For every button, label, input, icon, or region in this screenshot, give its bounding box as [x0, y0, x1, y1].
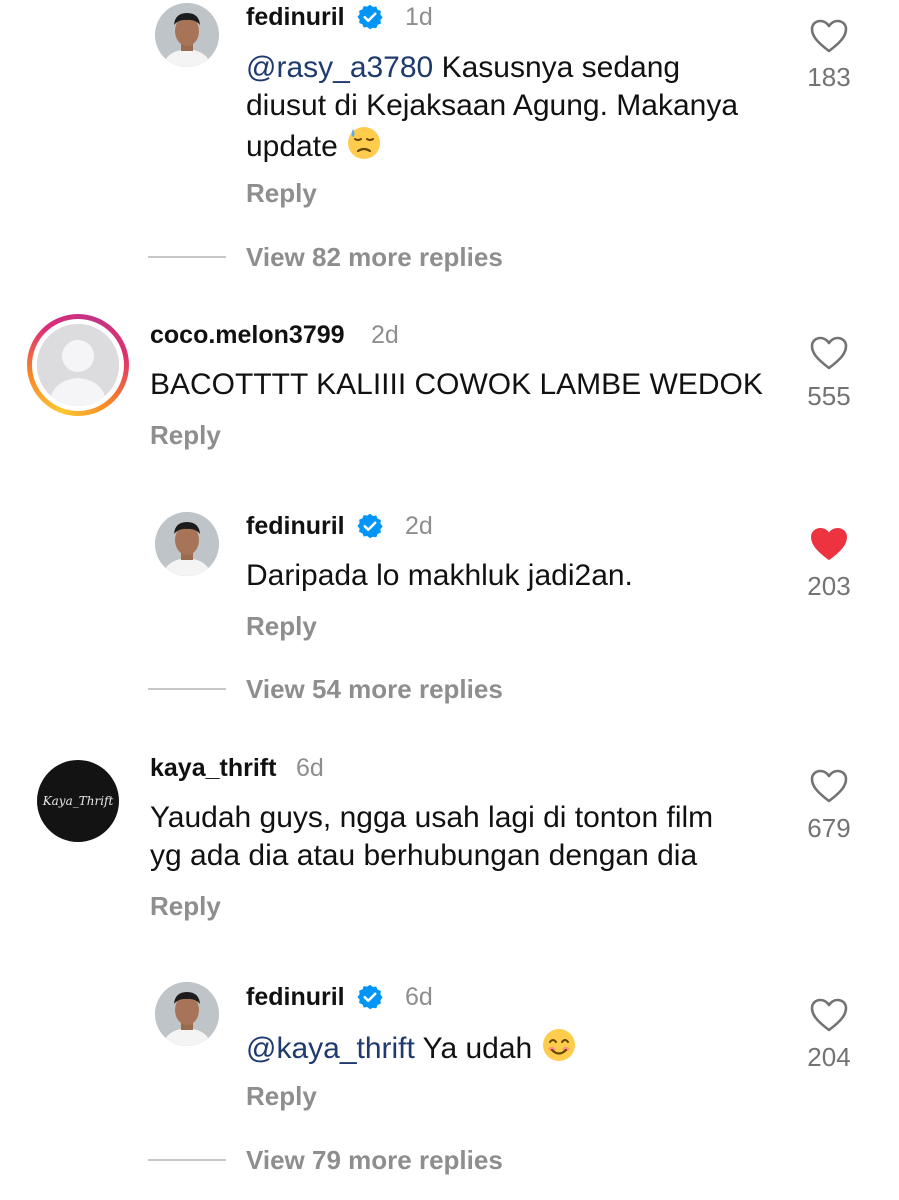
username[interactable]: kaya_thrift: [150, 753, 276, 783]
avatar-logo-text: Kaya_Thrift: [42, 794, 114, 808]
like-count: 203: [807, 571, 851, 601]
reply-button[interactable]: Reply: [246, 178, 317, 208]
like-count: 183: [807, 62, 851, 92]
comment-text: @rasy_a3780 Kasusnya sedang diusut di Ke…: [246, 49, 796, 166]
avatar[interactable]: [155, 512, 219, 576]
smiling-face-emoji: [542, 1029, 575, 1061]
comment-text: BACOTTTT KALIIII COWOK LAMBE WEDOK: [150, 368, 763, 401]
heart-icon[interactable]: [809, 997, 849, 1033]
reply-button[interactable]: Reply: [150, 891, 221, 921]
heart-icon[interactable]: [809, 18, 849, 54]
verified-badge-icon: [357, 984, 383, 1010]
comment-text: Daripada lo makhluk jadi2an.: [246, 559, 633, 592]
username[interactable]: fedinuril: [246, 982, 345, 1012]
comment-line: update: [246, 130, 338, 163]
comment-line: diusut di Kejaksaan Agung. Makanya: [246, 89, 738, 122]
avatar[interactable]: [155, 3, 219, 67]
heart-icon[interactable]: [809, 335, 849, 371]
comment-time: 1d: [405, 3, 433, 31]
mention-link[interactable]: @kaya_thrift: [246, 1032, 415, 1065]
reply-button[interactable]: Reply: [150, 420, 221, 450]
avatar: [37, 324, 119, 406]
like-count: 555: [807, 381, 851, 411]
like-count: 204: [807, 1042, 851, 1072]
reply-button[interactable]: Reply: [246, 611, 317, 641]
comment-time: 2d: [371, 321, 399, 349]
downcast-face-with-sweat-emoji: [348, 127, 381, 159]
story-ring-avatar[interactable]: [27, 314, 129, 416]
verified-badge-icon: [357, 513, 383, 539]
username[interactable]: fedinuril: [246, 511, 345, 541]
username[interactable]: fedinuril: [246, 2, 345, 32]
heart-icon[interactable]: [809, 768, 849, 804]
comment-line: Ya udah: [422, 1032, 533, 1065]
comment-time: 6d: [405, 983, 433, 1011]
mention-link[interactable]: @rasy_a3780: [246, 51, 433, 84]
verified-badge-icon: [357, 4, 383, 30]
view-more-replies-button[interactable]: View 54 more replies: [246, 674, 503, 704]
comment-text: @kaya_thrift Ya udah: [246, 1027, 577, 1068]
reply-button[interactable]: Reply: [246, 1081, 317, 1111]
like-count: 679: [807, 813, 851, 843]
avatar[interactable]: Kaya_Thrift: [37, 760, 119, 842]
comment-line: yg ada dia atau berhubungan dengan dia: [150, 839, 698, 872]
comment-text: Yaudah guys, ngga usah lagi di tonton fi…: [150, 799, 790, 875]
comment-line: Kasusnya sedang: [441, 51, 681, 84]
comment-time: 2d: [405, 512, 433, 540]
username[interactable]: coco.melon3799: [150, 320, 345, 350]
avatar[interactable]: [155, 982, 219, 1046]
heart-filled-icon[interactable]: [809, 526, 849, 562]
comment-time: 6d: [296, 754, 324, 782]
view-replies-divider: [148, 256, 226, 258]
view-more-replies-button[interactable]: View 79 more replies: [246, 1145, 503, 1175]
view-replies-divider: [148, 688, 226, 690]
comment-line: Yaudah guys, ngga usah lagi di tonton fi…: [150, 801, 714, 834]
view-more-replies-button[interactable]: View 82 more replies: [246, 242, 503, 272]
view-replies-divider: [148, 1159, 226, 1161]
